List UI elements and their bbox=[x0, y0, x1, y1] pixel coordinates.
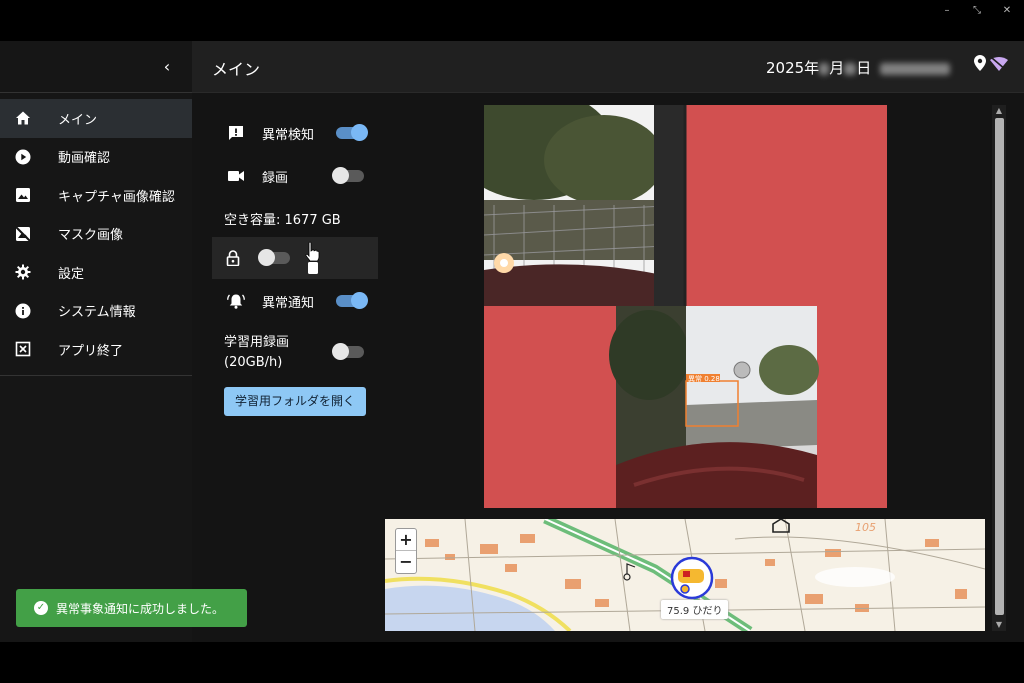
page-title: メイン bbox=[212, 60, 261, 79]
training-recording-label-line2: (20GB/h) bbox=[224, 355, 283, 370]
anomaly-notify-row: 異常通知 bbox=[226, 291, 314, 311]
open-training-folder-button[interactable]: 学習用フォルダを開く bbox=[224, 387, 366, 416]
date-day: 日 bbox=[856, 59, 872, 77]
sidebar-item-exit[interactable]: アプリ終了 bbox=[0, 330, 192, 369]
sidebar-item-main[interactable]: メイン bbox=[0, 99, 192, 138]
sidebar-item-label: マスク画像 bbox=[58, 228, 124, 244]
window-titlebar: – ⤡ ✕ bbox=[0, 0, 1024, 41]
sidebar-item-label: メイン bbox=[58, 112, 98, 128]
lock-icon bbox=[226, 250, 240, 270]
date-month: 月 bbox=[829, 59, 845, 77]
minimize-button[interactable]: – bbox=[936, 4, 958, 18]
sidebar-nav: メイン 動画確認 キャプチャ画像確認 マスク画像 設定 システム情報 アプリ終了 bbox=[0, 93, 192, 376]
recording-row: 録画 bbox=[226, 166, 288, 186]
map-view[interactable]: 105 + − 75.9 ひだり bbox=[385, 519, 985, 631]
close-box-icon bbox=[14, 340, 32, 358]
anomaly-notify-toggle[interactable] bbox=[336, 292, 368, 309]
play-circle-icon bbox=[14, 148, 32, 166]
home-icon bbox=[14, 109, 32, 127]
wifi-off-icon bbox=[990, 56, 1008, 75]
zoom-out-button[interactable]: − bbox=[396, 551, 416, 573]
anomaly-notify-label: 異常通知 bbox=[262, 295, 315, 311]
close-button[interactable]: ✕ bbox=[996, 4, 1018, 18]
sidebar-item-system-info[interactable]: システム情報 bbox=[0, 292, 192, 331]
camera-feed: 異常 0.28 bbox=[484, 105, 887, 508]
header: メイン 2025年月日 bbox=[192, 41, 1024, 93]
anomaly-detection-row: 異常検知 bbox=[226, 123, 314, 143]
zoom-in-button[interactable]: + bbox=[396, 529, 416, 551]
sidebar-item-capture[interactable]: キャプチャ画像確認 bbox=[0, 176, 192, 215]
camera-frame-front bbox=[484, 105, 687, 306]
main-scrollbar[interactable]: ▲ ▼ bbox=[992, 105, 1006, 631]
anomaly-detection-toggle[interactable] bbox=[336, 124, 368, 141]
bell-alert-icon bbox=[226, 291, 246, 311]
sidebar-item-mask[interactable]: マスク画像 bbox=[0, 215, 192, 254]
free-space-text: 空き容量: 1677 GB bbox=[224, 213, 341, 228]
training-recording-label: 学習用録画 (20GB/h) bbox=[224, 333, 289, 373]
video-camera-icon bbox=[226, 166, 246, 186]
scroll-up-icon[interactable]: ▲ bbox=[992, 105, 1006, 117]
camera-feed-image: 異常 0.28 bbox=[484, 105, 819, 508]
lock-row bbox=[212, 237, 378, 279]
sidebar-item-label: キャプチャ画像確認 bbox=[58, 189, 175, 205]
marker-label: 75.9 ひだり bbox=[661, 600, 729, 619]
training-recording-label-line1: 学習用録画 bbox=[224, 335, 290, 350]
info-icon bbox=[14, 302, 32, 320]
sidebar-item-label: アプリ終了 bbox=[58, 343, 124, 359]
recording-label: 録画 bbox=[262, 170, 289, 186]
restore-button[interactable]: ⤡ bbox=[966, 4, 988, 18]
sidebar-item-label: 設定 bbox=[58, 266, 85, 282]
camera-frame-right: 異常 0.28 bbox=[609, 306, 819, 508]
hand-cursor-icon bbox=[305, 241, 321, 279]
gear-icon bbox=[14, 263, 32, 281]
date-year: 2025年 bbox=[766, 59, 820, 77]
training-recording-toggle[interactable] bbox=[332, 343, 364, 360]
sidebar: ‹ メイン 動画確認 キャプチャ画像確認 マスク画像 設定 システム情報 アプリ… bbox=[0, 41, 192, 642]
collapse-sidebar-button[interactable]: ‹ bbox=[158, 57, 176, 77]
map-number-label: 105 bbox=[855, 521, 876, 534]
sidebar-item-video[interactable]: 動画確認 bbox=[0, 138, 192, 177]
image-icon bbox=[14, 186, 32, 204]
scroll-down-icon[interactable]: ▼ bbox=[992, 619, 1006, 631]
bottom-bar bbox=[0, 642, 1024, 683]
sidebar-item-label: 動画確認 bbox=[58, 151, 111, 167]
sidebar-item-settings[interactable]: 設定 bbox=[0, 253, 192, 292]
sidebar-header: ‹ bbox=[0, 41, 192, 93]
zoom-control: + − bbox=[395, 528, 417, 574]
check-circle-icon: ✓ bbox=[34, 601, 48, 615]
recording-toggle[interactable] bbox=[332, 167, 364, 184]
anomaly-detection-label: 異常検知 bbox=[262, 127, 315, 143]
scroll-thumb[interactable] bbox=[995, 118, 1004, 615]
image-off-icon bbox=[14, 225, 32, 243]
detection-label: 異常 0.28 bbox=[688, 374, 720, 383]
location-pin-icon bbox=[974, 55, 986, 75]
sidebar-item-label: システム情報 bbox=[58, 305, 136, 321]
alert-message-icon bbox=[226, 123, 246, 143]
main-content: 異常検知 録画 空き容量: 1677 GB 異常通知 学習用録画 (20GB/h… bbox=[192, 93, 1024, 642]
success-toast: ✓ 異常事象通知に成功しました。 bbox=[16, 589, 247, 627]
date-display: 2025年月日 bbox=[766, 57, 950, 78]
lock-toggle[interactable] bbox=[258, 249, 290, 266]
toast-message: 異常事象通知に成功しました。 bbox=[56, 601, 225, 616]
